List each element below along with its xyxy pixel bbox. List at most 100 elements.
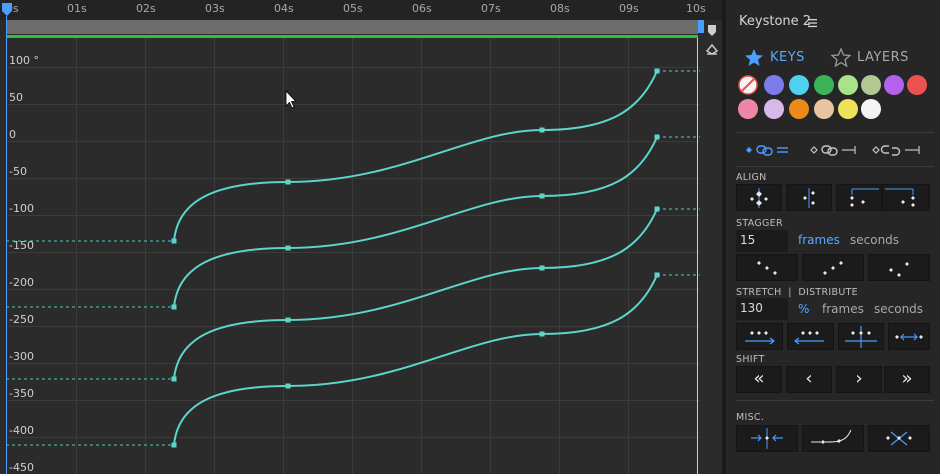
value-axis-label: -50 bbox=[9, 165, 27, 178]
shift-last-button[interactable]: » bbox=[884, 366, 930, 393]
link-mode-chain-icon[interactable] bbox=[809, 143, 865, 157]
stretch-unit-percent[interactable]: % bbox=[798, 302, 809, 316]
stretch-value-field[interactable]: 130 bbox=[736, 298, 788, 320]
star-outline-icon bbox=[831, 47, 851, 67]
tab-keys[interactable]: KEYS bbox=[744, 46, 805, 68]
hamburger-icon[interactable] bbox=[808, 18, 818, 28]
stretch-separator: | bbox=[788, 287, 792, 298]
color-swatch[interactable] bbox=[861, 99, 881, 119]
color-swatch[interactable] bbox=[789, 75, 809, 95]
stretch-right-button[interactable] bbox=[736, 323, 783, 350]
value-axis-label: -250 bbox=[9, 313, 34, 326]
animation-curve bbox=[173, 136, 658, 308]
stretch-center-button[interactable] bbox=[838, 323, 884, 350]
color-swatch[interactable] bbox=[738, 99, 758, 119]
keyframe bbox=[285, 179, 291, 185]
link-mode-linked-icon[interactable] bbox=[744, 143, 800, 157]
keyframe bbox=[539, 331, 545, 337]
stretch-left-button[interactable] bbox=[787, 323, 834, 350]
color-swatch[interactable] bbox=[907, 75, 927, 95]
section-label-shift: SHIFT bbox=[736, 354, 765, 365]
shift-first-button[interactable]: « bbox=[736, 366, 782, 393]
reverse-keys-icon bbox=[886, 431, 912, 446]
section-label-stagger: STAGGER bbox=[736, 218, 783, 229]
snap-icon[interactable] bbox=[705, 42, 719, 56]
tab-label: LAYERS bbox=[857, 49, 909, 65]
keyframe bbox=[654, 68, 660, 74]
value-axis-label: 100 ° bbox=[9, 54, 39, 67]
panel-title: Keystone 2 bbox=[739, 14, 812, 29]
keyframe bbox=[539, 193, 545, 199]
align-center-icon bbox=[803, 188, 815, 208]
color-swatch[interactable] bbox=[764, 99, 784, 119]
mouse-cursor-icon bbox=[285, 90, 297, 109]
color-swatch[interactable] bbox=[884, 75, 904, 95]
graph-editor[interactable]: 0s 01s 02s 03s 04s 05s 06s 07s 08s 09s 1… bbox=[0, 0, 722, 474]
stagger-down-icon bbox=[757, 261, 777, 275]
keyframe bbox=[171, 304, 177, 310]
color-swatch[interactable] bbox=[814, 99, 834, 119]
shield-icon[interactable] bbox=[705, 24, 719, 38]
align-right-icon bbox=[885, 188, 915, 207]
stagger-up-button[interactable] bbox=[802, 254, 864, 281]
animation-curve bbox=[173, 274, 658, 446]
value-axis-label: -450 bbox=[9, 461, 34, 474]
divider bbox=[736, 132, 934, 133]
shift-left-button[interactable]: ‹ bbox=[786, 366, 832, 393]
section-label-align: ALIGN bbox=[736, 172, 767, 183]
graph-canvas[interactable] bbox=[0, 0, 700, 474]
reverse-keys-button[interactable] bbox=[868, 425, 930, 452]
collapse-keys-button[interactable] bbox=[736, 425, 798, 452]
keyframe bbox=[539, 265, 545, 271]
distribute-icon bbox=[895, 333, 923, 341]
distribute-label: DISTRIBUTE bbox=[798, 287, 858, 298]
align-right-button[interactable] bbox=[882, 184, 930, 211]
stretch-unit-frames[interactable]: frames bbox=[822, 302, 864, 316]
link-mode-unlinked-icon[interactable] bbox=[871, 143, 931, 157]
ease-keys-button[interactable] bbox=[802, 425, 864, 452]
align-left-icon bbox=[850, 188, 879, 207]
value-axis-label: -400 bbox=[9, 424, 34, 437]
value-axis-label: -150 bbox=[9, 239, 34, 252]
color-swatch[interactable] bbox=[814, 75, 834, 95]
stagger-unit-seconds[interactable]: seconds bbox=[850, 233, 899, 247]
color-swatch[interactable] bbox=[838, 75, 858, 95]
keystone-panel: Keystone 2 KEYS LAYERS ALIGN STAGGER 15 … bbox=[722, 0, 940, 474]
stretch-unit-seconds[interactable]: seconds bbox=[874, 302, 923, 316]
value-axis-label: 0 bbox=[9, 128, 16, 141]
section-label-stretch: STRETCH | DISTRIBUTE bbox=[736, 287, 858, 298]
stretch-left-icon bbox=[794, 331, 824, 345]
keyframe bbox=[171, 376, 177, 382]
color-swatch[interactable] bbox=[789, 99, 809, 119]
color-swatch[interactable] bbox=[838, 99, 858, 119]
collapse-keys-icon bbox=[751, 428, 783, 449]
align-left-button[interactable] bbox=[836, 184, 882, 211]
distribute-button[interactable] bbox=[888, 323, 930, 350]
playhead-handle[interactable] bbox=[1, 2, 13, 17]
stagger-down-button[interactable] bbox=[736, 254, 798, 281]
animation-curves[interactable] bbox=[173, 70, 658, 446]
value-axis-label: -300 bbox=[9, 350, 34, 363]
color-swatch[interactable] bbox=[861, 75, 881, 95]
value-axis-label: -350 bbox=[9, 387, 34, 400]
keyframe bbox=[285, 383, 291, 389]
tab-layers[interactable]: LAYERS bbox=[831, 46, 909, 68]
stretch-label: STRETCH bbox=[736, 287, 782, 298]
keyframe bbox=[285, 245, 291, 251]
align-to-playhead-button[interactable] bbox=[736, 184, 782, 211]
divider bbox=[736, 166, 934, 167]
shift-right-button[interactable]: › bbox=[836, 366, 882, 393]
stagger-unit-frames[interactable]: frames bbox=[798, 233, 840, 247]
stagger-random-button[interactable] bbox=[868, 254, 930, 281]
align-center-button[interactable] bbox=[786, 184, 832, 211]
keyframe bbox=[654, 272, 660, 278]
align-keys-icon bbox=[750, 188, 768, 208]
star-icon bbox=[745, 48, 763, 66]
color-swatch[interactable] bbox=[764, 75, 784, 95]
stagger-value-field[interactable]: 15 bbox=[736, 230, 788, 252]
stagger-up-icon bbox=[823, 261, 843, 275]
ease-curve-icon bbox=[811, 429, 852, 444]
color-swatch-none[interactable] bbox=[738, 75, 758, 95]
tab-label: KEYS bbox=[770, 49, 805, 65]
keyframe bbox=[171, 238, 177, 244]
